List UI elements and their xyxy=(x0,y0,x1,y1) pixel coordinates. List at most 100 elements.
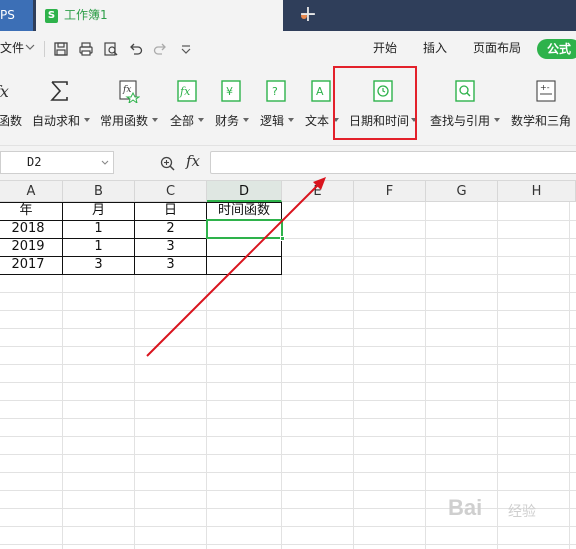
ribbon-label: 常用函数 xyxy=(100,114,149,128)
grid-line xyxy=(0,364,576,365)
lookup-reference-button[interactable]: 查找与引用 xyxy=(430,76,500,128)
ribbon-label: 数学和三角 xyxy=(511,114,572,128)
fill-handle[interactable] xyxy=(280,236,285,241)
chevron-down-icon[interactable] xyxy=(101,159,109,167)
logic-button[interactable]: ? 逻辑 xyxy=(260,76,294,128)
cell-c2[interactable]: 2 xyxy=(135,220,206,238)
cell-d3[interactable] xyxy=(207,238,281,256)
cell-c1[interactable]: 日 xyxy=(135,202,206,220)
grid-line xyxy=(0,454,576,455)
column-header-b[interactable]: B xyxy=(63,181,135,202)
svg-text:+-: +- xyxy=(540,83,550,92)
text-function-icon: A xyxy=(311,80,331,102)
cell-b1[interactable]: 月 xyxy=(63,202,134,220)
app-tab-label: PS xyxy=(0,8,15,22)
column-header-c[interactable]: C xyxy=(135,181,207,202)
all-functions-button[interactable]: fx 全部 xyxy=(170,76,204,128)
column-header-a[interactable]: A xyxy=(0,181,63,202)
cell-c4[interactable]: 3 xyxy=(135,256,206,274)
cell-a1[interactable]: 年 xyxy=(0,202,52,220)
ribbon-label: 文本 xyxy=(305,114,330,128)
common-functions-icon: fx xyxy=(119,80,140,103)
customize-dropdown-icon[interactable] xyxy=(178,41,194,57)
cell-a3[interactable]: 2019 xyxy=(0,238,56,256)
grid-line xyxy=(425,202,426,549)
svg-text:fx: fx xyxy=(122,85,131,95)
undo-icon[interactable] xyxy=(128,41,144,57)
cell-c3[interactable]: 3 xyxy=(135,238,206,256)
formula-ribbon: ƒx 函数 自动求和 fx 常用函数 fx 全部 ¥ 财务 ? 逻辑 A 文本 … xyxy=(0,66,576,146)
ribbon-label: 财务 xyxy=(215,114,240,128)
svg-text:A: A xyxy=(316,85,324,98)
ribbon-label: 函数 xyxy=(0,114,23,128)
common-functions-button[interactable]: fx 常用函数 xyxy=(100,76,158,128)
ribbon-label: 自动求和 xyxy=(32,114,81,128)
cell-b2[interactable]: 1 xyxy=(63,220,134,238)
chevron-down-icon xyxy=(84,118,90,122)
menu-formulas[interactable]: 公式 xyxy=(537,39,576,59)
grid-line xyxy=(0,436,576,437)
menu-home[interactable]: 开始 xyxy=(373,31,397,66)
name-box[interactable]: D2 xyxy=(0,151,114,174)
file-menu[interactable]: 文件 xyxy=(0,31,24,66)
cell-b4[interactable]: 3 xyxy=(63,256,134,274)
svg-text:ƒx: ƒx xyxy=(0,82,9,101)
column-header-f[interactable]: F xyxy=(354,181,426,202)
insert-function-fx-button[interactable]: fx xyxy=(186,146,200,177)
spreadsheet-grid[interactable]: A B C D E F G H 年 月 日 时间函数 2018 1 2 2019 xyxy=(0,181,576,549)
document-tab-title: 工作簿1 xyxy=(64,8,108,22)
logic-icon: ? xyxy=(266,80,286,102)
spreadsheet-icon: S xyxy=(45,9,58,23)
finance-button[interactable]: ¥ 财务 xyxy=(215,76,249,128)
sigma-icon xyxy=(50,81,68,101)
chevron-down-icon[interactable] xyxy=(25,42,35,52)
svg-text:¥: ¥ xyxy=(226,85,233,98)
math-trig-button[interactable]: +- 数学和三角 xyxy=(511,76,576,128)
title-bar: PS S 工作簿1 + xyxy=(0,0,576,31)
table-border xyxy=(0,274,282,275)
grid-line xyxy=(0,418,576,419)
print-preview-icon[interactable] xyxy=(103,41,119,57)
new-tab-button[interactable]: + xyxy=(298,3,318,27)
column-header-g[interactable]: G xyxy=(426,181,498,202)
baidu-watermark-logo: Bai 经验 xyxy=(448,491,568,531)
menu-page-layout[interactable]: 页面布局 xyxy=(473,31,521,66)
chevron-down-icon xyxy=(494,118,500,122)
selected-cell[interactable] xyxy=(206,219,285,241)
grid-line xyxy=(0,292,576,293)
column-header-h[interactable]: H xyxy=(498,181,576,202)
chevron-down-icon xyxy=(198,118,204,122)
column-header-e[interactable]: E xyxy=(282,181,354,202)
grid-line xyxy=(0,382,576,383)
highlight-box xyxy=(333,66,417,140)
save-icon[interactable] xyxy=(53,41,69,57)
grid-line xyxy=(569,202,570,549)
column-header-d[interactable]: D xyxy=(207,181,282,202)
chevron-down-icon xyxy=(288,118,294,122)
insert-function-icon: ƒx xyxy=(0,82,9,101)
lookup-reference-icon xyxy=(455,80,475,102)
finance-icon: ¥ xyxy=(221,80,241,102)
cell-b3[interactable]: 1 xyxy=(63,238,134,256)
insert-function-button[interactable]: ƒx 函数 xyxy=(0,76,22,128)
cell-d1[interactable]: 时间函数 xyxy=(207,202,281,220)
app-tab[interactable]: PS xyxy=(0,0,33,31)
menu-insert[interactable]: 插入 xyxy=(423,31,447,66)
autosum-button[interactable]: 自动求和 xyxy=(32,76,90,128)
cell-a2[interactable]: 2018 xyxy=(0,220,56,238)
cell-a4[interactable]: 2017 xyxy=(0,256,56,274)
grid-line xyxy=(0,310,576,311)
watermark-brand: Bai xyxy=(448,495,483,520)
cell-d4[interactable] xyxy=(207,256,281,274)
redo-icon[interactable] xyxy=(152,41,168,57)
zoom-icon[interactable] xyxy=(160,156,176,172)
grid-line xyxy=(0,328,576,329)
grid-line xyxy=(0,544,576,545)
menu-bar: 文件 开始 插入 页面布局 公式 xyxy=(0,31,576,66)
divider xyxy=(44,41,45,57)
chevron-down-icon xyxy=(243,118,249,122)
document-tab[interactable]: S 工作簿1 xyxy=(36,0,307,31)
print-icon[interactable] xyxy=(78,41,94,57)
svg-text:?: ? xyxy=(272,85,278,98)
formula-input[interactable] xyxy=(210,151,576,174)
